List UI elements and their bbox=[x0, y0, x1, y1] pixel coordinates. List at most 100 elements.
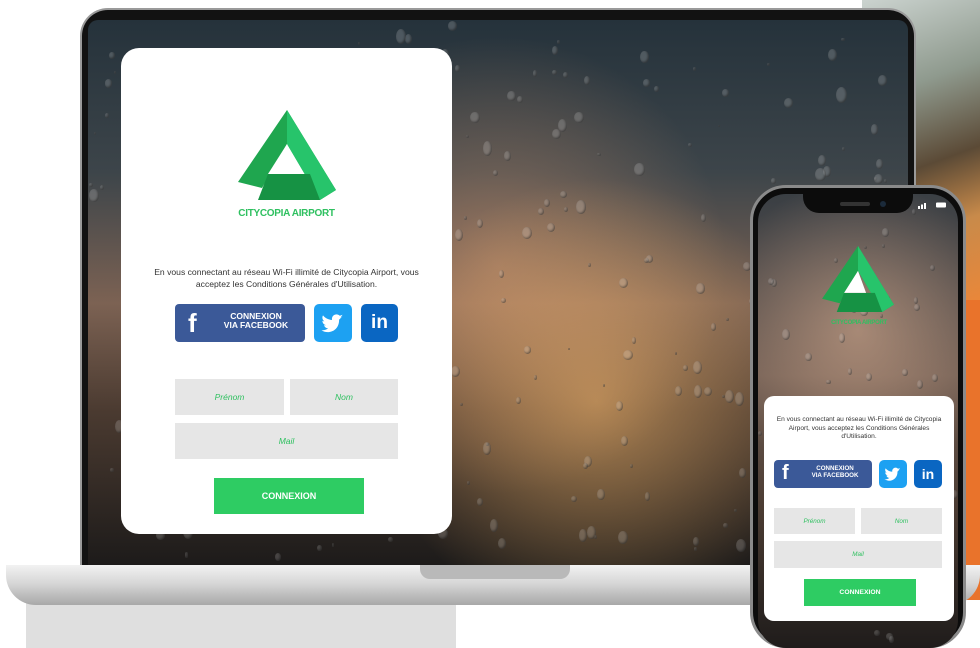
raindrop bbox=[543, 198, 551, 207]
raindrop bbox=[105, 112, 109, 119]
phone-speaker bbox=[840, 202, 870, 206]
phone-citycopia-logo-icon bbox=[822, 246, 894, 312]
raindrop bbox=[597, 152, 602, 157]
raindrop bbox=[642, 78, 651, 87]
raindrop bbox=[504, 151, 511, 161]
raindrop bbox=[556, 39, 560, 45]
phone-linkedin-login-button[interactable]: in bbox=[914, 460, 942, 488]
phone-last-name-input[interactable] bbox=[861, 508, 942, 534]
raindrop bbox=[357, 41, 361, 45]
raindrop bbox=[583, 462, 589, 469]
raindrop bbox=[768, 277, 774, 285]
raindrop bbox=[841, 147, 845, 151]
raindrop bbox=[578, 529, 587, 542]
first-name-input[interactable] bbox=[175, 379, 284, 415]
connexion-submit-button[interactable]: CONNEXION bbox=[214, 478, 364, 514]
raindrop bbox=[552, 69, 558, 76]
raindrop bbox=[587, 526, 596, 540]
raindrop bbox=[916, 380, 924, 390]
raindrop bbox=[877, 75, 888, 87]
raindrop bbox=[615, 400, 624, 411]
phone-email-input[interactable] bbox=[774, 541, 942, 568]
raindrop bbox=[634, 162, 645, 176]
raindrop bbox=[405, 33, 413, 45]
raindrop bbox=[455, 64, 461, 73]
raindrop bbox=[841, 37, 845, 42]
raindrop bbox=[575, 200, 586, 214]
raindrop bbox=[109, 51, 116, 60]
linkedin-login-button[interactable]: in bbox=[361, 304, 398, 342]
raindrop bbox=[722, 88, 730, 97]
raindrop bbox=[395, 29, 406, 45]
raindrop bbox=[644, 492, 651, 502]
raindrop bbox=[766, 62, 770, 66]
raindrop bbox=[455, 229, 464, 242]
raindrop bbox=[562, 71, 568, 79]
raindrop bbox=[469, 111, 480, 124]
raindrop bbox=[533, 70, 538, 77]
raindrop bbox=[770, 177, 777, 184]
raindrop bbox=[618, 277, 628, 289]
raindrop bbox=[316, 544, 322, 552]
raindrop bbox=[836, 87, 847, 104]
raindrop bbox=[818, 154, 827, 166]
raindrop bbox=[546, 222, 556, 233]
raindrop bbox=[623, 350, 633, 361]
raindrop bbox=[631, 336, 637, 344]
raindrop bbox=[533, 375, 537, 380]
raindrop bbox=[874, 173, 884, 185]
raindrop bbox=[466, 481, 470, 486]
raindrop bbox=[93, 131, 97, 135]
phone-connexion-submit-button[interactable]: CONNEXION bbox=[804, 579, 916, 606]
raindrop bbox=[828, 49, 837, 61]
phone-twitter-login-button[interactable] bbox=[879, 460, 907, 488]
raindrop bbox=[507, 90, 516, 102]
raindrop bbox=[645, 255, 654, 264]
raindrop bbox=[620, 436, 628, 446]
raindrop bbox=[640, 51, 649, 63]
last-name-input[interactable] bbox=[290, 379, 398, 415]
raindrop bbox=[465, 134, 469, 139]
raindrop bbox=[477, 498, 484, 506]
raindrop bbox=[564, 206, 569, 212]
raindrop bbox=[489, 519, 499, 533]
raindrop bbox=[913, 304, 921, 311]
phone-first-name-input[interactable] bbox=[774, 508, 855, 534]
raindrop bbox=[881, 228, 889, 237]
raindrop bbox=[524, 346, 531, 354]
raindrop bbox=[694, 546, 697, 552]
raindrop bbox=[274, 552, 282, 561]
brand-name: CITYCOPIA AIRPORT bbox=[238, 208, 335, 219]
email-input[interactable] bbox=[175, 423, 398, 459]
raindrop bbox=[866, 373, 873, 382]
twitter-login-button[interactable] bbox=[314, 304, 352, 342]
raindrop bbox=[805, 352, 813, 362]
raindrop bbox=[911, 208, 917, 215]
raindrop bbox=[629, 463, 633, 469]
raindrop bbox=[674, 386, 683, 397]
raindrop bbox=[603, 384, 606, 388]
raindrop bbox=[782, 329, 790, 341]
raindrop bbox=[717, 124, 721, 128]
raindrop bbox=[482, 141, 492, 157]
raindrop bbox=[838, 332, 846, 343]
facebook-login-button[interactable]: f CONNEXION VIA FACEBOOK bbox=[175, 304, 305, 342]
raindrop bbox=[692, 66, 697, 71]
raindrop bbox=[113, 70, 117, 74]
phone-brand-name: CITYCOPIA AIRPORT bbox=[831, 320, 887, 326]
raindrop bbox=[879, 314, 883, 318]
raindrop bbox=[876, 158, 883, 169]
raindrop bbox=[724, 390, 734, 403]
raindrop bbox=[618, 531, 628, 545]
phone-facebook-icon: f bbox=[782, 462, 789, 484]
phone-facebook-login-button[interactable]: f CONNEXION VIA FACEBOOK bbox=[774, 460, 872, 488]
raindrop bbox=[89, 189, 99, 203]
raindrop bbox=[459, 403, 463, 407]
raindrop bbox=[573, 111, 585, 124]
raindrop bbox=[588, 262, 591, 267]
raindrop bbox=[674, 351, 678, 355]
raindrop bbox=[888, 635, 894, 644]
raindrop bbox=[538, 208, 544, 215]
raindrop bbox=[450, 365, 461, 378]
laptop-notch bbox=[420, 565, 570, 579]
